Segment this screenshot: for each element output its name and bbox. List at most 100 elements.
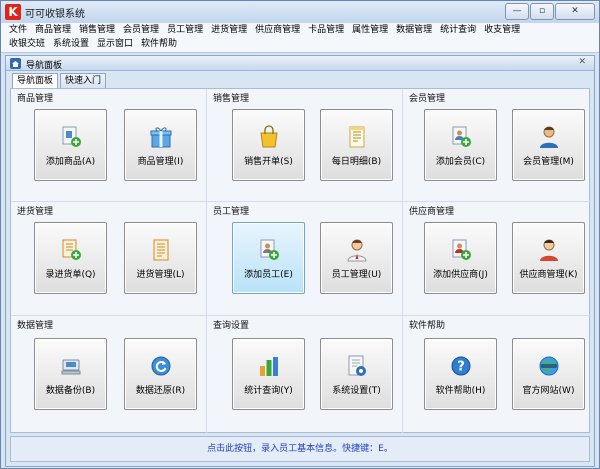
menu-bar: 文件 商品管理 销售管理 会员管理 员工管理 进货管理 供应商管理 卡品管理 属… — [1, 23, 599, 53]
section-title: 供应商管理 — [409, 207, 455, 217]
menu-shift-handover[interactable]: 收银交班 — [9, 38, 45, 51]
menu-finance[interactable]: 收支管理 — [484, 24, 520, 37]
app-logo-icon: K — [5, 4, 21, 20]
supplier-management-button[interactable]: 供应商管理(K) — [512, 222, 585, 294]
tile-label: 会员管理(M) — [523, 157, 574, 167]
section-title: 软件帮助 — [409, 321, 446, 331]
software-help-button[interactable]: ? 软件帮助(H) — [424, 338, 497, 410]
tile-label: 系统设置(T) — [332, 386, 381, 396]
panel-tabs: 导航面板 快速入门 — [12, 73, 108, 89]
add-staff-button[interactable]: 添加员工(E) — [232, 222, 305, 294]
section-help: 软件帮助 ? 软件帮助(H) 官方网站(W) — [403, 316, 591, 433]
official-website-button[interactable]: 官方网站(W) — [512, 338, 585, 410]
menu-suppliers[interactable]: 供应商管理 — [255, 24, 300, 37]
section-sales: 销售管理 销售开单(S) 每日明细(B) — [207, 89, 403, 202]
purchase-list-icon — [153, 239, 169, 261]
add-goods-button[interactable]: 添加商品(A) — [34, 109, 107, 181]
menu-cards[interactable]: 卡品管理 — [308, 24, 344, 37]
tile-label: 添加会员(C) — [435, 157, 486, 167]
gift-box-icon — [150, 127, 172, 148]
data-restore-button[interactable]: 数据还原(R) — [124, 338, 197, 410]
purchase-management-button[interactable]: 进货管理(L) — [124, 222, 197, 294]
panel-header: 导航面板 ✕ — [6, 56, 594, 71]
globe-icon — [539, 356, 559, 376]
supplier-icon — [540, 239, 558, 261]
close-button[interactable]: ✕ — [555, 3, 595, 20]
receipt-icon — [349, 126, 365, 148]
menu-members[interactable]: 会员管理 — [123, 24, 159, 37]
add-member-button[interactable]: 添加会员(C) — [424, 109, 497, 181]
section-title: 查询设置 — [213, 321, 250, 331]
staff-icon — [347, 239, 367, 262]
menu-staff[interactable]: 员工管理 — [167, 24, 203, 37]
tile-label: 进货管理(L) — [136, 270, 185, 280]
tile-label: 商品管理(I) — [137, 157, 184, 167]
add-purchase-icon — [62, 239, 81, 260]
tile-label: 数据还原(R) — [135, 386, 186, 396]
status-bar: 点击此按钮，录入员工基本信息。快捷键：E。 — [10, 436, 590, 462]
menu-attributes[interactable]: 属性管理 — [352, 24, 388, 37]
menu-statistics[interactable]: 统计查询 — [440, 24, 476, 37]
tile-label: 添加员工(E) — [244, 270, 293, 280]
tile-label: 软件帮助(H) — [435, 386, 486, 396]
tile-label: 每日明细(B) — [331, 157, 382, 167]
settings-document-icon — [348, 355, 366, 376]
panel-close-button[interactable]: ✕ — [578, 57, 586, 67]
section-title: 数据管理 — [17, 321, 54, 331]
section-purchase: 进货管理 录进货单(Q) 进货管理(L) — [11, 202, 207, 316]
section-title: 进货管理 — [17, 207, 54, 217]
tab-navigation[interactable]: 导航面板 — [12, 73, 59, 89]
section-title: 商品管理 — [17, 94, 54, 104]
tab-quick-start[interactable]: 快速入门 — [60, 73, 107, 88]
tile-label: 官方网站(W) — [522, 386, 575, 396]
member-management-button[interactable]: 会员管理(M) — [512, 109, 585, 181]
panel-title: 导航面板 — [26, 61, 63, 71]
menu-goods[interactable]: 商品管理 — [35, 24, 71, 37]
tile-label: 员工管理(U) — [331, 270, 382, 280]
goods-management-button[interactable]: 商品管理(I) — [124, 109, 197, 181]
minimize-button[interactable]: — — [505, 3, 529, 20]
staff-management-button[interactable]: 员工管理(U) — [320, 222, 393, 294]
menu-settings[interactable]: 系统设置 — [53, 38, 89, 51]
help-icon: ? — [451, 356, 471, 376]
menu-row-1: 文件 商品管理 销售管理 会员管理 员工管理 进货管理 供应商管理 卡品管理 属… — [9, 24, 528, 37]
tile-label: 供应商管理(K) — [519, 270, 578, 280]
add-goods-icon — [62, 126, 81, 147]
restore-icon — [151, 356, 171, 376]
menu-sales[interactable]: 销售管理 — [79, 24, 115, 37]
data-backup-button[interactable]: 数据备份(B) — [34, 338, 107, 410]
tile-label: 数据备份(B) — [45, 386, 96, 396]
menu-purchase[interactable]: 进货管理 — [211, 24, 247, 37]
section-goods: 商品管理 添加商品(A) 商品管理(I) — [11, 89, 207, 202]
window-title: 可可收银系统 — [25, 9, 85, 20]
menu-row-2: 收银交班 系统设置 显示窗口 软件帮助 — [9, 38, 185, 51]
menu-help[interactable]: 软件帮助 — [141, 38, 177, 51]
restore-button[interactable]: ▫ — [530, 3, 554, 20]
nav-content: 商品管理 添加商品(A) 商品管理(I) 销售管理 销售开单(S) 每日明细(B… — [10, 88, 591, 433]
section-suppliers: 供应商管理 添加供应商(J) 供应商管理(K) — [403, 202, 591, 316]
shopping-bag-icon — [260, 125, 278, 148]
daily-details-button[interactable]: 每日明细(B) — [320, 109, 393, 181]
tile-label: 销售开单(S) — [244, 157, 293, 167]
section-query-settings: 查询设置 统计查询(Y) 系统设置(T) — [207, 316, 403, 433]
menu-window[interactable]: 显示窗口 — [97, 38, 133, 51]
add-supplier-button[interactable]: 添加供应商(J) — [424, 222, 497, 294]
backup-icon — [61, 359, 81, 375]
home-icon — [10, 58, 21, 69]
navigation-panel: 导航面板 ✕ 导航面板 快速入门 商品管理 添加商品(A) 商品管理(I) 销售… — [5, 55, 595, 467]
bar-chart-icon — [260, 357, 278, 376]
tile-label: 添加商品(A) — [45, 157, 96, 167]
svg-text:?: ? — [457, 360, 465, 375]
add-member-icon — [452, 126, 471, 147]
statistics-query-button[interactable]: 统计查询(Y) — [232, 338, 305, 410]
tile-label: 统计查询(Y) — [244, 386, 293, 396]
section-data: 数据管理 数据备份(B) 数据还原(R) — [11, 316, 207, 433]
system-settings-button[interactable]: 系统设置(T) — [320, 338, 393, 410]
menu-file[interactable]: 文件 — [9, 24, 27, 37]
sales-order-button[interactable]: 销售开单(S) — [232, 109, 305, 181]
section-staff: 员工管理 添加员工(E) 员工管理(U) — [207, 202, 403, 316]
section-title: 会员管理 — [409, 94, 446, 104]
purchase-order-button[interactable]: 录进货单(Q) — [34, 222, 107, 294]
menu-data[interactable]: 数据管理 — [396, 24, 432, 37]
section-title: 销售管理 — [213, 94, 250, 104]
